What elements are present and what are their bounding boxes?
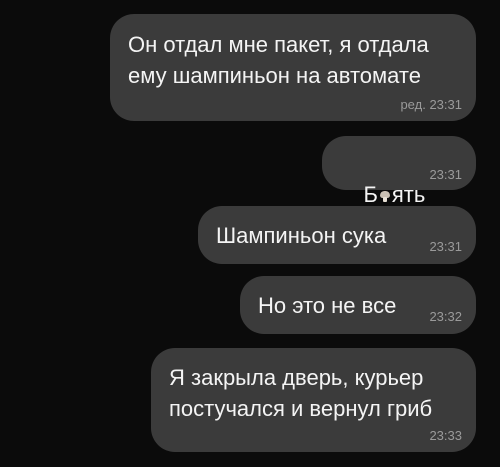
message-bubble-2[interactable]: Бять 23:31 xyxy=(322,136,476,207)
message-time: 23:31 xyxy=(429,97,462,112)
message-text-line: Я закрыла дверь, курьер xyxy=(169,365,424,390)
message-text-part: Б xyxy=(363,182,378,207)
message-time: 23:33 xyxy=(429,428,462,443)
message-text: Но это не все xyxy=(258,293,397,318)
message-bubble-3[interactable]: Шампиньон сука 23:31 xyxy=(198,206,476,264)
message-time: 23:32 xyxy=(429,309,462,324)
message-text: Шампиньон сука xyxy=(216,223,387,248)
message-meta: ред. 23:31 xyxy=(400,97,462,112)
message-time: 23:31 xyxy=(429,239,462,254)
mushroom-icon xyxy=(378,189,392,203)
message-text-line: ему шампиньон на автомате xyxy=(128,63,421,88)
message-bubble-4[interactable]: Но это не все 23:32 xyxy=(240,276,476,334)
message-text-part: ять xyxy=(391,182,426,207)
message-bubble-1[interactable]: Он отдал мне пакет, я отдала ему шампинь… xyxy=(110,14,476,121)
message-bubble-5[interactable]: Я закрыла дверь, курьер постучался и вер… xyxy=(151,348,476,452)
message-text-line: Он отдал мне пакет, я отдала xyxy=(128,32,429,57)
edited-label: ред. xyxy=(400,97,426,112)
message-time: 23:31 xyxy=(429,167,462,182)
message-text-line: постучался и вернул гриб xyxy=(169,396,433,421)
